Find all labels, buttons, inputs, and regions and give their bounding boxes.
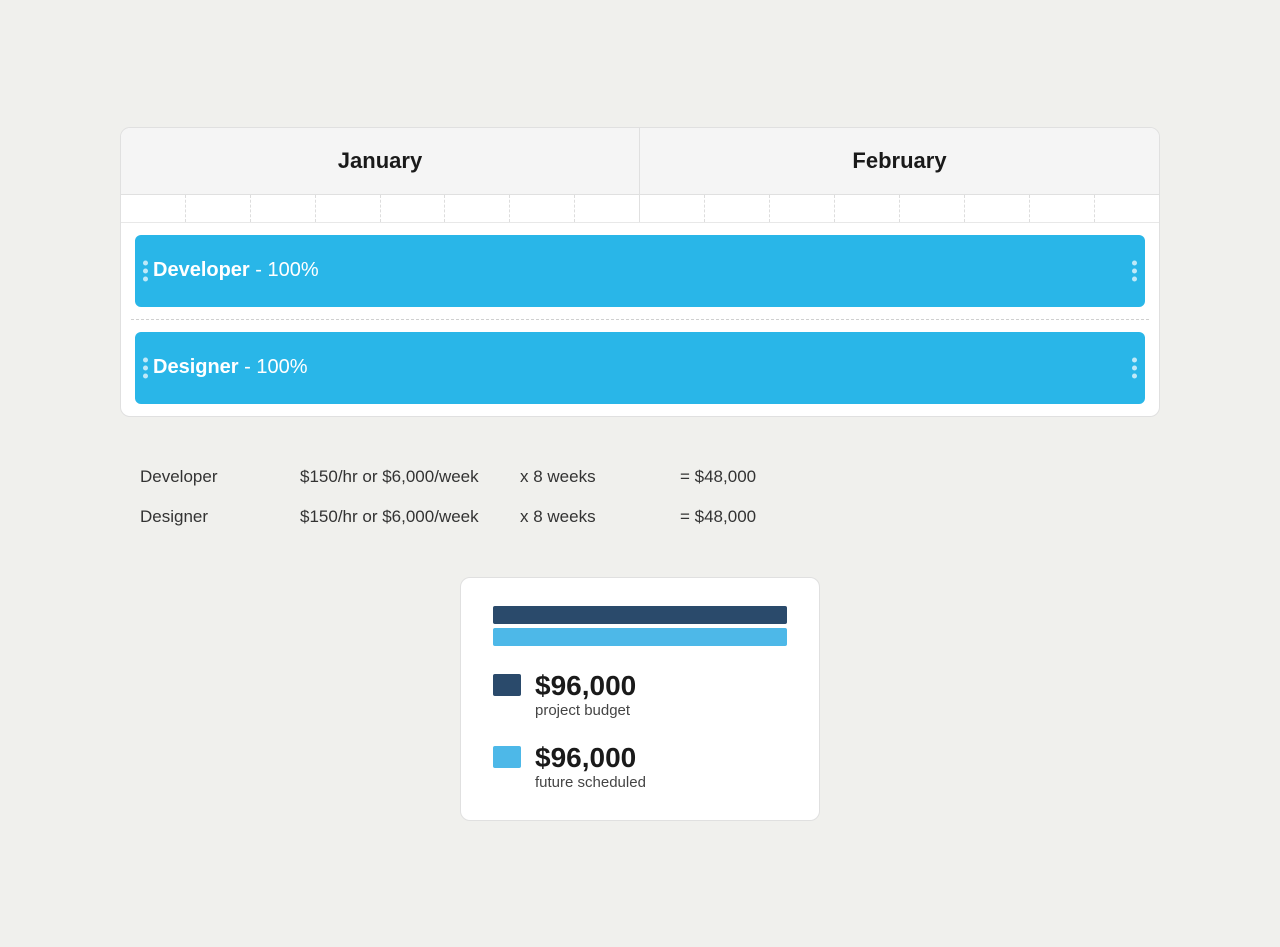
tick [251, 195, 316, 222]
dot [143, 276, 148, 281]
legend-scheduled-icon [493, 746, 521, 768]
dot [1132, 357, 1137, 362]
chart-bar-scheduled [493, 628, 787, 646]
bar-right-dots [1132, 260, 1137, 281]
dot [1132, 373, 1137, 378]
developer-bar[interactable]: Developer - 100% [135, 235, 1145, 307]
developer-bar-label: Developer - 100% [153, 259, 319, 282]
dot [1132, 260, 1137, 265]
budget-developer-rate: $150/hr or $6,000/week [300, 467, 520, 487]
budget-developer-total: = $48,000 [680, 467, 820, 487]
designer-role-name: Designer [153, 356, 239, 378]
tick [316, 195, 381, 222]
tick [381, 195, 446, 222]
tick [575, 195, 639, 222]
dot [143, 373, 148, 378]
chart-bar-budget [493, 606, 787, 624]
budget-designer-rate: $150/hr or $6,000/week [300, 507, 520, 527]
tick [510, 195, 575, 222]
designer-bar[interactable]: Designer - 100% [135, 332, 1145, 404]
dot [143, 365, 148, 370]
dot [143, 268, 148, 273]
dot [143, 260, 148, 265]
month-february-label: February [852, 148, 946, 173]
tick [445, 195, 510, 222]
bar-right-dots [1132, 357, 1137, 378]
month-january-header: January [121, 128, 640, 194]
designer-bar-label: Designer - 100% [153, 356, 308, 379]
developer-row: Developer - 100% [121, 223, 1159, 319]
budget-amount: $96,000 [535, 670, 636, 702]
legend-budget-icon [493, 674, 521, 696]
budget-designer-weeks: x 8 weeks [520, 507, 680, 527]
budget-developer-weeks: x 8 weeks [520, 467, 680, 487]
tick [705, 195, 770, 222]
designer-row: Designer - 100% [121, 320, 1159, 416]
tick [640, 195, 705, 222]
tick [121, 195, 186, 222]
budget-row-developer: Developer $150/hr or $6,000/week x 8 wee… [140, 457, 1140, 497]
page-container: January February [120, 127, 1160, 821]
summary-budget-text: $96,000 project budget [535, 670, 636, 720]
tick [900, 195, 965, 222]
month-february-header: February [640, 128, 1159, 194]
ticks-january [121, 195, 640, 222]
dot [1132, 365, 1137, 370]
budget-table: Developer $150/hr or $6,000/week x 8 wee… [120, 457, 1160, 537]
gantt-ticks-row [121, 195, 1159, 223]
budget-row-designer: Designer $150/hr or $6,000/week x 8 week… [140, 497, 1140, 537]
developer-role-name: Developer [153, 259, 250, 281]
tick [1095, 195, 1159, 222]
tick [1030, 195, 1095, 222]
summary-scheduled-item: $96,000 future scheduled [493, 742, 787, 792]
dot [1132, 268, 1137, 273]
summary-scheduled-text: $96,000 future scheduled [535, 742, 646, 792]
chart-bars [493, 606, 787, 646]
budget-developer-role: Developer [140, 467, 300, 487]
budget-designer-total: = $48,000 [680, 507, 820, 527]
bar-left-dots [143, 357, 148, 378]
tick [770, 195, 835, 222]
scheduled-amount: $96,000 [535, 742, 646, 774]
developer-bar-suffix: - 100% [250, 259, 319, 281]
tick [835, 195, 900, 222]
dot [1132, 276, 1137, 281]
designer-bar-suffix: - 100% [239, 356, 308, 378]
summary-budget-item: $96,000 project budget [493, 670, 787, 720]
ticks-february [640, 195, 1159, 222]
budget-designer-role: Designer [140, 507, 300, 527]
bar-left-dots [143, 260, 148, 281]
tick [186, 195, 251, 222]
month-january-label: January [338, 148, 422, 173]
scheduled-label: future scheduled [535, 774, 646, 791]
tick [965, 195, 1030, 222]
gantt-chart: January February [120, 127, 1160, 417]
budget-label: project budget [535, 702, 630, 719]
summary-card: $96,000 project budget $96,000 future sc… [460, 577, 820, 821]
gantt-header: January February [121, 128, 1159, 195]
dot [143, 357, 148, 362]
